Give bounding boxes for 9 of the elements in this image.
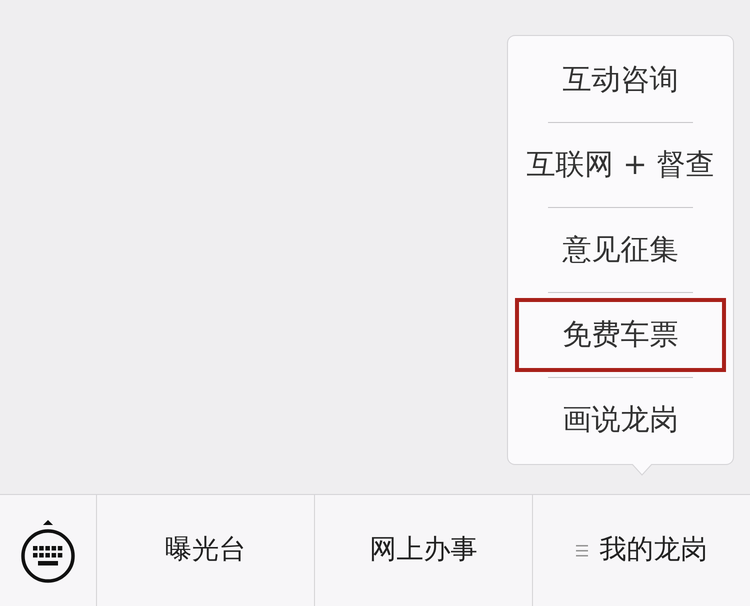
menu-item[interactable]: 意见征集: [515, 213, 726, 287]
menu-item[interactable]: 互动咨询: [515, 43, 726, 117]
bottom-menu-button[interactable]: 网上办事: [315, 495, 533, 606]
bottom-menu-button[interactable]: 我的龙岗: [533, 495, 750, 606]
menu-item[interactable]: 免费车票: [515, 298, 726, 372]
bottom-menu-button[interactable]: 曝光台: [97, 495, 315, 606]
keyboard-icon: [20, 518, 76, 584]
menu-item[interactable]: 互联网 + 督查: [515, 128, 726, 202]
menu-item[interactable]: 画说龙岗: [515, 383, 726, 457]
